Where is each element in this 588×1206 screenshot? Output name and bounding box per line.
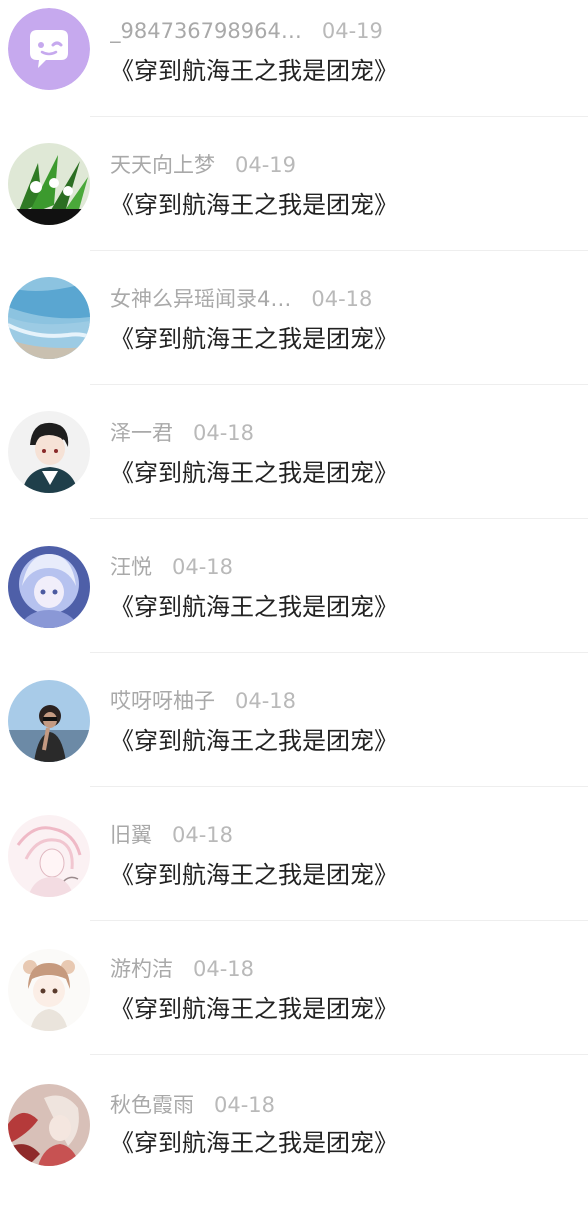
comment-date: 04-18 xyxy=(172,823,234,847)
comment-text: 《穿到航海王之我是团宠》 xyxy=(110,1129,398,1157)
avatar[interactable] xyxy=(8,949,90,1031)
divider xyxy=(90,384,588,385)
comment-text: 《穿到航海王之我是团宠》 xyxy=(110,995,398,1023)
comment-text: 《穿到航海王之我是团宠》 xyxy=(110,459,398,487)
comment-text: 《穿到航海王之我是团宠》 xyxy=(110,727,398,755)
comment-meta: 泽一君 04-18 xyxy=(110,418,254,448)
comment-meta: 女神么异瑶闻录4… 04-18 xyxy=(110,284,372,314)
comment-list: _984736798964… 04-19 《穿到航海王之我是团宠》 天天向上梦 04… xyxy=(0,0,588,1180)
user-name[interactable]: 秋色霞雨 xyxy=(110,1090,194,1120)
flower-plant-avatar xyxy=(8,143,90,225)
user-name[interactable]: 女神么异瑶闻录4… xyxy=(110,284,291,314)
avatar[interactable] xyxy=(8,277,90,359)
comment-text: 《穿到航海王之我是团宠》 xyxy=(110,191,398,219)
avatar[interactable] xyxy=(8,815,90,897)
comment-meta: 汪悦 04-18 xyxy=(110,552,233,582)
comment-date: 04-18 xyxy=(311,287,373,311)
list-item[interactable]: 女神么异瑶闻录4… 04-18 《穿到航海王之我是团宠》 xyxy=(0,268,588,402)
list-item[interactable]: 泽一君 04-18 《穿到航海王之我是团宠》 xyxy=(0,402,588,536)
comment-date: 04-19 xyxy=(235,153,297,177)
list-item[interactable]: 游杓洁 04-18 《穿到航海王之我是团宠》 xyxy=(0,938,588,1072)
photo-person-avatar xyxy=(8,680,90,762)
avatar[interactable] xyxy=(8,680,90,762)
comment-meta: _984736798964… 04-19 xyxy=(110,16,383,46)
user-name[interactable]: 旧翼 xyxy=(110,820,152,850)
divider xyxy=(90,250,588,251)
comment-meta: 秋色霞雨 04-18 xyxy=(110,1090,275,1120)
list-item[interactable]: 汪悦 04-18 《穿到航海王之我是团宠》 xyxy=(0,536,588,670)
user-name[interactable]: 游杓洁 xyxy=(110,954,173,984)
comment-text: 《穿到航海王之我是团宠》 xyxy=(110,593,398,621)
comment-date: 04-19 xyxy=(321,19,383,43)
comment-date: 04-18 xyxy=(214,1093,276,1117)
user-name[interactable]: 泽一君 xyxy=(110,418,173,448)
user-name[interactable]: _984736798964… xyxy=(110,16,302,46)
chibi-girl-avatar xyxy=(8,949,90,1031)
comment-text: 《穿到航海王之我是团宠》 xyxy=(110,325,398,353)
comment-date: 04-18 xyxy=(193,957,255,981)
list-item[interactable]: 哎呀呀柚子 04-18 《穿到航海王之我是团宠》 xyxy=(0,670,588,804)
comment-date: 04-18 xyxy=(235,689,297,713)
sea-shore-avatar xyxy=(8,277,90,359)
avatar[interactable] xyxy=(8,1084,90,1166)
divider xyxy=(90,1054,588,1055)
user-name[interactable]: 汪悦 xyxy=(110,552,152,582)
comment-meta: 旧翼 04-18 xyxy=(110,820,233,850)
divider xyxy=(90,116,588,117)
red-floral-avatar xyxy=(8,1084,90,1166)
comment-meta: 天天向上梦 04-19 xyxy=(110,150,296,180)
divider xyxy=(90,652,588,653)
user-name[interactable]: 哎呀呀柚子 xyxy=(110,686,215,716)
avatar[interactable] xyxy=(8,143,90,225)
comment-date: 04-18 xyxy=(172,555,234,579)
avatar[interactable] xyxy=(8,8,90,90)
comment-date: 04-18 xyxy=(193,421,255,445)
anime-girl-blue-avatar xyxy=(8,546,90,628)
divider xyxy=(90,518,588,519)
chat-bubble-avatar xyxy=(8,8,90,90)
list-item[interactable]: _984736798964… 04-19 《穿到航海王之我是团宠》 xyxy=(0,0,588,134)
comment-meta: 游杓洁 04-18 xyxy=(110,954,254,984)
avatar[interactable] xyxy=(8,411,90,493)
user-name[interactable]: 天天向上梦 xyxy=(110,150,215,180)
divider xyxy=(90,786,588,787)
comment-text: 《穿到航海王之我是团宠》 xyxy=(110,861,398,889)
comment-text: 《穿到航海王之我是团宠》 xyxy=(110,57,398,85)
list-item[interactable]: 秋色霞雨 04-18 《穿到航海王之我是团宠》 xyxy=(0,1072,588,1206)
avatar[interactable] xyxy=(8,546,90,628)
list-item[interactable]: 旧翼 04-18 《穿到航海王之我是团宠》 xyxy=(0,804,588,938)
anime-boy-avatar xyxy=(8,411,90,493)
list-item[interactable]: 天天向上梦 04-19 《穿到航海王之我是团宠》 xyxy=(0,134,588,268)
divider xyxy=(90,920,588,921)
pink-sketch-avatar xyxy=(8,815,90,897)
comment-meta: 哎呀呀柚子 04-18 xyxy=(110,686,296,716)
